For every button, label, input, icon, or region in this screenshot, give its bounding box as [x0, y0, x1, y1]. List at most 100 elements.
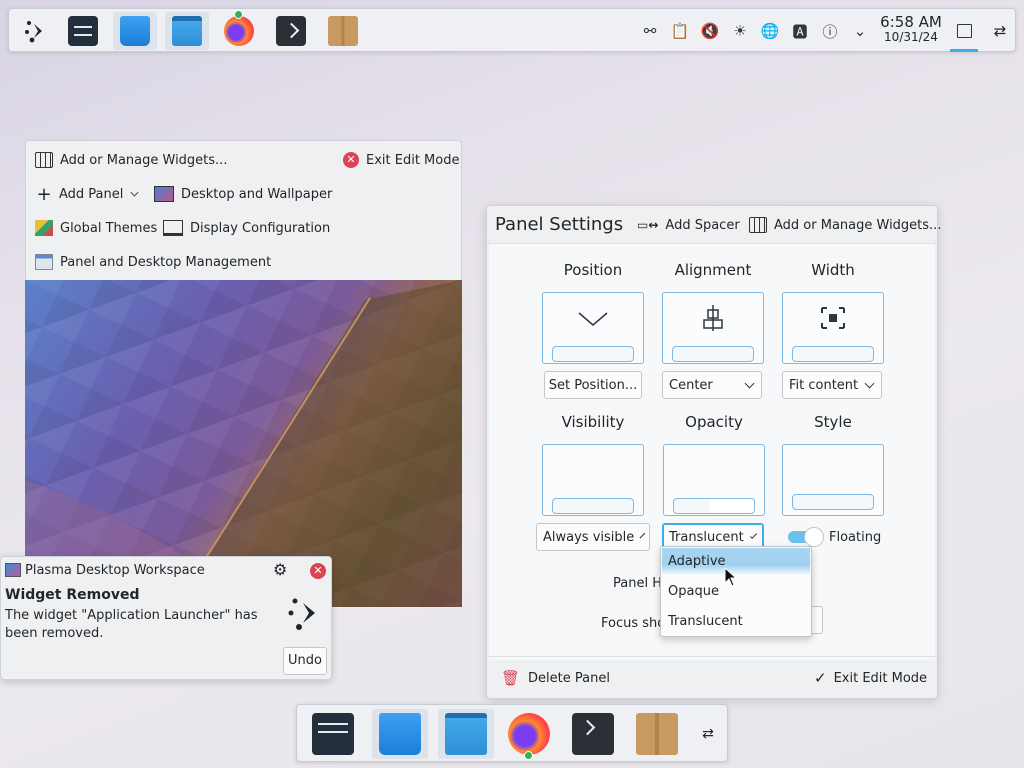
display-configuration-button[interactable]: Display Configuration — [163, 216, 330, 240]
style-tile[interactable] — [782, 444, 884, 516]
network-connect-icon[interactable]: ⚯ — [639, 20, 661, 42]
desktop-wallpaper-label: Desktop and Wallpaper — [181, 186, 333, 202]
align-center-icon — [703, 305, 723, 331]
folder-icon — [445, 713, 487, 755]
firefox-icon — [224, 16, 254, 46]
add-spacer-button[interactable]: ▭↔ Add Spacer — [637, 213, 740, 237]
top-panel: ⚯ 📋 🔇 ☀ 🌐 🅰 ⓘ ⌄ 6:58 AM 10/31/24 ⇄ — [8, 8, 1016, 52]
position-tile[interactable] — [542, 292, 644, 364]
panel-settings-title: Panel Settings — [495, 214, 624, 235]
active-indicator — [950, 49, 978, 52]
fit-content-icon — [821, 307, 845, 329]
width-combo[interactable]: Fit content — [782, 371, 882, 399]
brightness-icon[interactable]: ☀ — [729, 20, 751, 42]
taskbar-discover[interactable] — [113, 12, 157, 50]
display-configuration-label: Display Configuration — [190, 220, 331, 236]
discover-store-icon — [120, 16, 150, 46]
opacity-value: Translucent — [669, 529, 744, 545]
floating-toggle[interactable] — [788, 527, 824, 547]
set-position-label: Set Position... — [548, 377, 638, 393]
undo-button[interactable]: Undo — [283, 647, 327, 675]
visibility-label: Visibility — [561, 413, 625, 431]
widgets-grid-icon — [749, 217, 767, 233]
dock-configure-button[interactable]: ⇄ — [693, 709, 723, 759]
notification-app-name: Plasma Desktop Workspace — [25, 563, 205, 578]
set-position-button[interactable]: Set Position... — [544, 371, 642, 399]
notification-body: The widget "Application Launcher" has be… — [5, 608, 258, 641]
width-tile[interactable] — [782, 292, 884, 364]
panel-preview-bar — [673, 498, 755, 514]
visibility-combo[interactable]: Always visible — [536, 523, 650, 551]
updates-icon[interactable]: ⓘ — [819, 20, 841, 42]
chevron-down-icon — [130, 188, 139, 196]
panel-preview-bar — [672, 346, 754, 362]
clipboard-icon[interactable]: 📋 — [669, 20, 691, 42]
bottom-dock-panel: ⇄ — [296, 704, 728, 762]
panel-configure-button[interactable]: ⇄ — [985, 12, 1015, 50]
chevron-down-icon — [744, 378, 755, 388]
delete-panel-label: Delete Panel — [528, 670, 610, 686]
dock-konsole[interactable] — [565, 709, 621, 759]
panel-exit-edit-mode-button[interactable]: ✓ Exit Edit Mode — [814, 666, 927, 690]
position-arrow-icon — [578, 312, 608, 326]
taskbar-firefox[interactable] — [217, 10, 261, 50]
desktop-wallpaper-button[interactable]: Desktop and Wallpaper — [154, 182, 332, 206]
panel-preview-bar — [552, 498, 634, 514]
digital-clock[interactable]: 6:58 AM 10/31/24 — [875, 15, 947, 45]
network-globe-icon[interactable]: 🌐 — [759, 20, 781, 42]
spacer-icon: ▭↔ — [637, 218, 659, 232]
taskbar-konsole[interactable] — [269, 12, 313, 50]
text-editor-icon[interactable]: 🅰 — [789, 20, 811, 42]
volume-muted-icon[interactable]: 🔇 — [699, 20, 721, 42]
delete-panel-button[interactable]: 🗑 Delete Panel — [501, 666, 610, 690]
taskbar-file-manager[interactable] — [165, 12, 209, 50]
panel-add-widgets-button[interactable]: Add or Manage Widgets... — [749, 213, 941, 237]
application-launcher-button[interactable] — [13, 12, 57, 50]
plasma-app-icon — [5, 563, 21, 577]
visibility-value: Always visible — [543, 529, 635, 545]
show-desktop-button[interactable] — [949, 12, 979, 50]
notification-title: Widget Removed — [5, 587, 140, 603]
chevron-down-icon — [639, 532, 646, 538]
taskbar-system-settings[interactable] — [61, 12, 105, 50]
system-settings-icon — [68, 16, 98, 46]
opacity-label: Opacity — [685, 413, 743, 431]
expand-tray-icon[interactable]: ⌄ — [849, 20, 871, 42]
taskbar-ark[interactable] — [321, 12, 365, 50]
discover-store-icon — [379, 713, 421, 755]
notification-close-icon[interactable]: ✕ — [310, 563, 326, 579]
opacity-tile[interactable] — [663, 444, 765, 516]
dock-ark[interactable] — [629, 709, 685, 759]
clock-date: 10/31/24 — [884, 30, 938, 44]
alignment-tile[interactable] — [662, 292, 764, 364]
edit-mode-toolbar: Add or Manage Widgets... ✕ Exit Edit Mod… — [25, 140, 462, 280]
global-themes-button[interactable]: Global Themes — [35, 216, 157, 240]
dock-discover[interactable] — [372, 709, 428, 759]
panel-settings-header: Panel Settings ▭↔ Add Spacer Add or Mana… — [487, 206, 941, 244]
notification-settings-icon[interactable]: ⚙ — [273, 560, 287, 579]
width-label: Width — [811, 261, 855, 279]
clock-time: 6:58 AM — [880, 13, 942, 31]
panel-preview-bar — [552, 346, 634, 362]
desktop-management-icon — [35, 254, 53, 270]
alignment-combo[interactable]: Center — [662, 371, 762, 399]
new-badge-icon — [234, 10, 243, 19]
panel-desktop-management-button[interactable]: Panel and Desktop Management — [35, 250, 271, 274]
add-widgets-button[interactable]: Add or Manage Widgets... — [35, 148, 227, 172]
firefox-icon — [508, 713, 550, 755]
dock-file-manager[interactable] — [438, 709, 494, 759]
add-widgets-label: Add or Manage Widgets... — [60, 152, 228, 168]
widgets-grid-icon — [35, 152, 53, 168]
opacity-option-translucent[interactable]: Translucent — [662, 608, 810, 636]
dock-system-settings[interactable] — [305, 709, 361, 759]
add-panel-label: Add Panel — [59, 186, 124, 202]
plus-icon: + — [36, 183, 52, 205]
shortcut-button-edge[interactable] — [811, 606, 823, 634]
visibility-tile[interactable] — [542, 444, 644, 516]
exit-edit-mode-button[interactable]: ✕ Exit Edit Mode — [343, 148, 459, 172]
close-circle-icon: ✕ — [343, 152, 359, 168]
position-label: Position — [563, 261, 623, 279]
toggle-knob — [804, 527, 824, 547]
add-panel-button[interactable]: + Add Panel — [35, 182, 140, 206]
dock-firefox[interactable] — [501, 709, 557, 760]
